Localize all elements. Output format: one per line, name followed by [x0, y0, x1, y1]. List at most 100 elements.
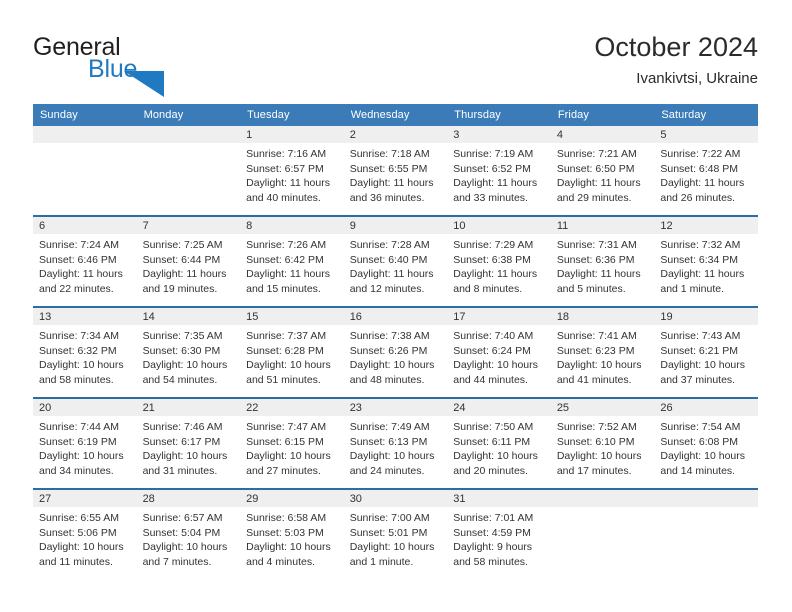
calendar-day-cell[interactable]: 21 Sunrise: 7:46 AM Sunset: 6:17 PM Dayligh… [136, 397, 241, 489]
calendar-day-cell[interactable]: 27 Sunrise: 6:55 AM Sunset: 5:06 PM Dayligh… [33, 488, 137, 579]
day-number: 12 [654, 217, 758, 234]
day-number: 30 [343, 490, 448, 507]
calendar-day-cell[interactable]: 25 Sunrise: 7:52 AM Sunset: 6:10 PM Dayligh… [550, 397, 655, 489]
day-number: 5 [654, 126, 758, 143]
calendar-day-cell[interactable]: 16 Sunrise: 7:38 AM Sunset: 6:26 PM Dayligh… [343, 306, 448, 398]
calendar-week-row: 6 Sunrise: 7:24 AM Sunset: 6:46 PM Daylight… [33, 215, 758, 307]
daylight-text: and 8 minutes. [453, 282, 523, 295]
calendar-day-cell[interactable]: 18 Sunrise: 7:41 AM Sunset: 6:23 PM Dayligh… [550, 306, 655, 398]
calendar-week-row: 20 Sunrise: 7:44 AM Sunset: 6:19 PM Dayligh… [33, 397, 758, 489]
daylight-text: Daylight: 11 hours [556, 268, 641, 280]
day-number: 29 [240, 490, 344, 507]
day-number: 8 [240, 217, 344, 234]
calendar-day-cell[interactable]: 9 Sunrise: 7:28 AM Sunset: 6:40 PM Daylight… [343, 215, 448, 307]
sunset-text: Sunset: 6:34 PM [660, 253, 739, 266]
calendar-day-cell[interactable]: 17 Sunrise: 7:40 AM Sunset: 6:24 PM Dayligh… [447, 306, 551, 398]
day-details: Sunrise: 7:34 AM Sunset: 6:32 PM Daylight:… [33, 325, 137, 397]
daylight-text: Daylight: 11 hours [246, 177, 330, 189]
sunrise-text: Sunrise: 7:46 AM [142, 421, 223, 433]
general-blue-logo[interactable]: General Blue [33, 33, 223, 97]
calendar-day-cell[interactable]: 20 Sunrise: 7:44 AM Sunset: 6:19 PM Dayligh… [33, 397, 137, 489]
day-number [136, 126, 241, 143]
day-number: 22 [240, 399, 344, 416]
daylight-text: Daylight: 11 hours [453, 268, 538, 280]
calendar-day-cell[interactable]: 13 Sunrise: 7:34 AM Sunset: 6:32 PM Dayligh… [33, 306, 137, 398]
calendar-day-cell[interactable]: 26 Sunrise: 7:54 AM Sunset: 6:08 PM Dayligh… [654, 397, 758, 489]
day-number: 13 [33, 308, 137, 325]
calendar-day-cell-empty [654, 488, 758, 579]
day-details: Sunrise: 6:57 AM Sunset: 5:04 PM Daylight:… [137, 507, 241, 579]
sunrise-text: Sunrise: 7:00 AM [349, 512, 430, 524]
weekday-header-sunday: Sunday [33, 104, 137, 126]
day-details: Sunrise: 7:00 AM Sunset: 5:01 PM Daylight:… [344, 507, 448, 579]
daylight-text: and 4 minutes. [246, 555, 316, 568]
daylight-text: Daylight: 10 hours [39, 450, 124, 462]
calendar-day-cell[interactable]: 30 Sunrise: 7:00 AM Sunset: 5:01 PM Dayligh… [343, 488, 448, 579]
daylight-text: Daylight: 10 hours [556, 359, 642, 371]
daylight-text: and 37 minutes. [660, 373, 736, 386]
calendar-day-cell[interactable]: 22 Sunrise: 7:47 AM Sunset: 6:15 PM Dayligh… [240, 397, 344, 489]
calendar-day-cell[interactable]: 4 Sunrise: 7:21 AM Sunset: 6:50 PM Daylight… [550, 126, 655, 216]
daylight-text: and 17 minutes. [556, 464, 632, 477]
daylight-text: and 58 minutes. [39, 373, 114, 386]
calendar-day-cell[interactable]: 1 Sunrise: 7:16 AM Sunset: 6:57 PM Daylight… [240, 126, 344, 216]
calendar-day-cell[interactable]: 15 Sunrise: 7:37 AM Sunset: 6:28 PM Dayligh… [240, 306, 344, 398]
sunset-text: Sunset: 5:03 PM [246, 526, 324, 539]
day-details: Sunrise: 7:46 AM Sunset: 6:17 PM Daylight:… [137, 416, 241, 488]
day-details: Sunrise: 7:49 AM Sunset: 6:13 PM Daylight:… [344, 416, 448, 488]
day-number [654, 490, 758, 507]
daylight-text: Daylight: 10 hours [349, 541, 435, 553]
day-details: Sunrise: 7:43 AM Sunset: 6:21 PM Daylight:… [654, 325, 758, 397]
sunset-text: Sunset: 5:01 PM [349, 526, 428, 539]
calendar-day-cell[interactable]: 29 Sunrise: 6:58 AM Sunset: 5:03 PM Dayligh… [240, 488, 344, 579]
sunset-text: Sunset: 6:28 PM [246, 344, 324, 357]
sunset-text: Sunset: 5:04 PM [142, 526, 221, 539]
day-details: Sunrise: 7:26 AM Sunset: 6:42 PM Daylight:… [240, 234, 344, 306]
calendar-day-cell[interactable]: 3 Sunrise: 7:19 AM Sunset: 6:52 PM Daylight… [447, 126, 551, 216]
calendar-day-cell[interactable]: 19 Sunrise: 7:43 AM Sunset: 6:21 PM Dayligh… [654, 306, 758, 398]
page-header: General Blue October 2024 Ivankivtsi, Uk… [0, 0, 792, 104]
calendar-day-cell[interactable]: 28 Sunrise: 6:57 AM Sunset: 5:04 PM Dayligh… [136, 488, 241, 579]
calendar-day-cell[interactable]: 14 Sunrise: 7:35 AM Sunset: 6:30 PM Dayligh… [136, 306, 241, 398]
calendar-day-cell[interactable]: 24 Sunrise: 7:50 AM Sunset: 6:11 PM Dayligh… [447, 397, 551, 489]
sunrise-text: Sunrise: 7:37 AM [246, 330, 327, 342]
calendar-day-cell[interactable]: 7 Sunrise: 7:25 AM Sunset: 6:44 PM Daylight… [136, 215, 241, 307]
day-details: Sunrise: 7:01 AM Sunset: 4:59 PM Daylight:… [447, 507, 551, 579]
calendar-day-cell[interactable]: 10 Sunrise: 7:29 AM Sunset: 6:38 PM Dayligh… [447, 215, 551, 307]
calendar-day-cell[interactable]: 11 Sunrise: 7:31 AM Sunset: 6:36 PM Dayligh… [550, 215, 655, 307]
sunset-text: Sunset: 4:59 PM [453, 526, 531, 539]
sunrise-text: Sunrise: 7:50 AM [453, 421, 534, 433]
daylight-text: Daylight: 11 hours [660, 268, 745, 280]
daylight-text: and 24 minutes. [349, 464, 425, 477]
sunrise-text: Sunrise: 7:18 AM [349, 148, 430, 160]
calendar-week-row: 27 Sunrise: 6:55 AM Sunset: 5:06 PM Dayligh… [33, 488, 758, 579]
daylight-text: and 26 minutes. [660, 191, 736, 204]
day-number: 16 [343, 308, 448, 325]
sunrise-text: Sunrise: 7:01 AM [453, 512, 534, 524]
sunrise-text: Sunrise: 7:32 AM [660, 239, 741, 251]
sunrise-text: Sunrise: 7:41 AM [556, 330, 637, 342]
day-details: Sunrise: 7:47 AM Sunset: 6:15 PM Daylight:… [240, 416, 344, 488]
sunset-text: Sunset: 6:57 PM [246, 162, 324, 175]
calendar-day-cell[interactable]: 6 Sunrise: 7:24 AM Sunset: 6:46 PM Daylight… [33, 215, 137, 307]
daylight-text: Daylight: 10 hours [660, 450, 746, 462]
calendar-day-cell[interactable]: 12 Sunrise: 7:32 AM Sunset: 6:34 PM Dayligh… [654, 215, 758, 307]
sunrise-text: Sunrise: 7:49 AM [349, 421, 430, 433]
daylight-text: Daylight: 11 hours [246, 268, 330, 280]
day-number: 4 [550, 126, 655, 143]
daylight-text: and 51 minutes. [246, 373, 321, 386]
calendar-day-cell[interactable]: 5 Sunrise: 7:22 AM Sunset: 6:48 PM Daylight… [654, 126, 758, 216]
calendar-day-cell[interactable]: 8 Sunrise: 7:26 AM Sunset: 6:42 PM Daylight… [240, 215, 344, 307]
calendar-day-cell[interactable]: 23 Sunrise: 7:49 AM Sunset: 6:13 PM Dayligh… [343, 397, 448, 489]
sunset-text: Sunset: 6:44 PM [142, 253, 221, 266]
day-details: Sunrise: 7:44 AM Sunset: 6:19 PM Daylight:… [33, 416, 137, 488]
sunrise-text: Sunrise: 7:24 AM [39, 239, 119, 251]
calendar-day-cell[interactable]: 2 Sunrise: 7:18 AM Sunset: 6:55 PM Daylight… [343, 126, 448, 216]
sunset-text: Sunset: 6:24 PM [453, 344, 531, 357]
day-number: 9 [343, 217, 448, 234]
calendar-day-cell[interactable]: 31 Sunrise: 7:01 AM Sunset: 4:59 PM Dayligh… [447, 488, 551, 579]
daylight-text: Daylight: 10 hours [39, 541, 124, 553]
sunset-text: Sunset: 6:26 PM [349, 344, 428, 357]
weekday-header-tuesday: Tuesday [240, 104, 344, 126]
daylight-text: Daylight: 10 hours [142, 541, 228, 553]
